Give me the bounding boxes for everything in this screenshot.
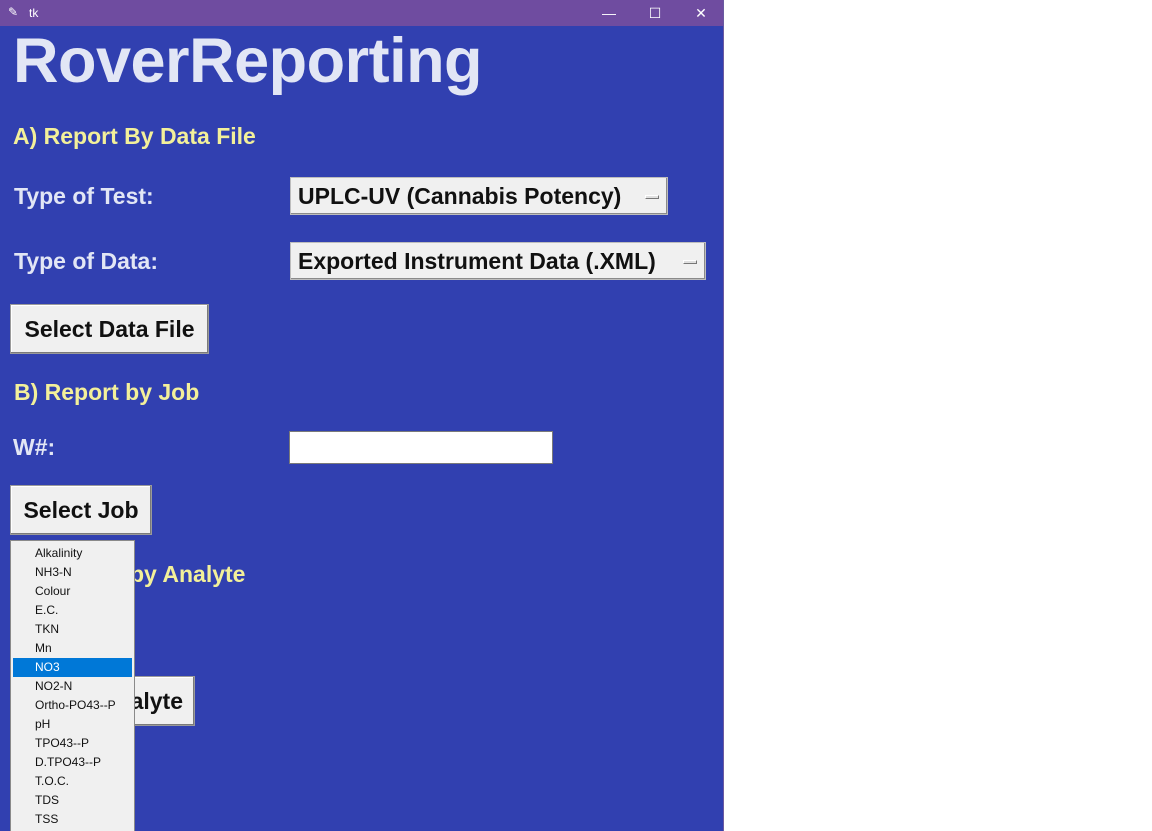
dropdown-item-alkalinity[interactable]: Alkalinity bbox=[13, 544, 132, 563]
window-title: tk bbox=[29, 6, 39, 20]
w-number-input[interactable] bbox=[289, 431, 553, 464]
dropdown-item-no3[interactable]: NO3 bbox=[13, 658, 132, 677]
maximize-icon: ☐ bbox=[648, 4, 662, 21]
w-number-label: W#: bbox=[13, 434, 56, 460]
app-window: ✎ tk — ☐ ✕ RoverReporting A) Report By D… bbox=[0, 0, 724, 831]
app-title: RoverReporting bbox=[13, 26, 483, 96]
dropdown-item-ortho-po43-p[interactable]: Ortho-PO43--P bbox=[13, 696, 132, 715]
feather-icon: ✎ bbox=[8, 5, 19, 19]
type-of-test-menu[interactable]: UPLC-UV (Cannabis Potency) bbox=[290, 177, 668, 215]
minimize-icon: — bbox=[602, 5, 616, 21]
section-c-heading: by Analyte bbox=[130, 561, 246, 587]
type-of-test-label: Type of Test: bbox=[14, 183, 154, 209]
section-a-heading: A) Report By Data File bbox=[13, 123, 256, 149]
close-button[interactable]: ✕ bbox=[678, 0, 723, 26]
dropdown-item-tss[interactable]: TSS bbox=[13, 810, 132, 829]
dropdown-item-e-c[interactable]: E.C. bbox=[13, 601, 132, 620]
menu-indicator-icon bbox=[645, 195, 659, 199]
select-data-file-button[interactable]: Select Data File bbox=[10, 304, 209, 354]
type-of-data-label: Type of Data: bbox=[14, 248, 158, 274]
dropdown-item-tpo43-p[interactable]: TPO43--P bbox=[13, 734, 132, 753]
dropdown-item-ph[interactable]: pH bbox=[13, 715, 132, 734]
minimize-button[interactable]: — bbox=[586, 0, 632, 26]
title-bar[interactable]: ✎ tk — ☐ ✕ bbox=[0, 0, 723, 26]
type-of-test-value: UPLC-UV (Cannabis Potency) bbox=[298, 182, 622, 209]
dropdown-item-tds[interactable]: TDS bbox=[13, 791, 132, 810]
dropdown-item-nh3-n[interactable]: NH3-N bbox=[13, 563, 132, 582]
dropdown-item-mn[interactable]: Mn bbox=[13, 639, 132, 658]
select-job-button[interactable]: Select Job bbox=[10, 485, 152, 535]
type-of-data-menu[interactable]: Exported Instrument Data (.XML) bbox=[290, 242, 706, 280]
dropdown-item-no2-n[interactable]: NO2-N bbox=[13, 677, 132, 696]
dropdown-item-t-o-c[interactable]: T.O.C. bbox=[13, 772, 132, 791]
dropdown-item-d-tpo43-p[interactable]: D.TPO43--P bbox=[13, 753, 132, 772]
close-icon: ✕ bbox=[695, 4, 707, 21]
analyte-dropdown-list[interactable]: Alkalinity NH3-N Colour E.C. TKN Mn NO3 NO2-N Or… bbox=[10, 540, 135, 831]
menu-indicator-icon bbox=[683, 260, 697, 264]
section-b-heading: B) Report by Job bbox=[14, 379, 200, 405]
type-of-data-value: Exported Instrument Data (.XML) bbox=[298, 247, 656, 274]
dropdown-item-colour[interactable]: Colour bbox=[13, 582, 132, 601]
select-analyte-label: alyte bbox=[130, 687, 183, 714]
dropdown-item-tkn[interactable]: TKN bbox=[13, 620, 132, 639]
maximize-button[interactable]: ☐ bbox=[632, 0, 678, 26]
